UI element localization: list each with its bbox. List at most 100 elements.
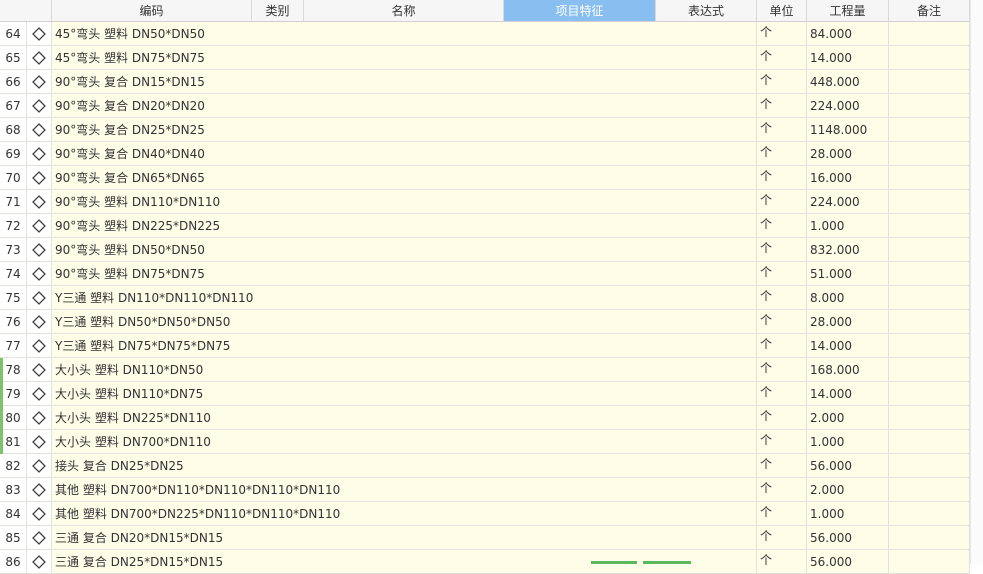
item-name-cell[interactable]: 其他 塑料 DN700*DN225*DN110*DN110*DN110 bbox=[52, 502, 757, 526]
note-cell[interactable] bbox=[889, 238, 970, 262]
diamond-icon[interactable] bbox=[27, 310, 52, 334]
unit-cell[interactable]: 个 bbox=[757, 70, 807, 94]
table-row[interactable]: 75 Y三通 塑料 DN110*DN110*DN110 个 8.000 bbox=[0, 286, 970, 310]
diamond-icon[interactable] bbox=[27, 142, 52, 166]
diamond-icon[interactable] bbox=[27, 358, 52, 382]
table-row[interactable]: 86 三通 复合 DN25*DN15*DN15 个 56.000 bbox=[0, 550, 970, 574]
column-header-feature[interactable]: 项目特征 bbox=[504, 0, 656, 22]
quantity-cell[interactable]: 14.000 bbox=[807, 334, 889, 358]
quantity-cell[interactable]: 51.000 bbox=[807, 262, 889, 286]
note-cell[interactable] bbox=[889, 142, 970, 166]
quantity-cell[interactable]: 28.000 bbox=[807, 142, 889, 166]
table-row[interactable]: 84 其他 塑料 DN700*DN225*DN110*DN110*DN110 个 1.… bbox=[0, 502, 970, 526]
item-name-cell[interactable]: 90°弯头 复合 DN15*DN15 bbox=[52, 70, 757, 94]
item-name-cell[interactable]: 90°弯头 复合 DN65*DN65 bbox=[52, 166, 757, 190]
column-header-code[interactable]: 编码 bbox=[52, 0, 252, 22]
unit-cell[interactable]: 个 bbox=[757, 94, 807, 118]
unit-cell[interactable]: 个 bbox=[757, 166, 807, 190]
quantity-cell[interactable]: 56.000 bbox=[807, 454, 889, 478]
diamond-icon[interactable] bbox=[27, 430, 52, 454]
unit-cell[interactable]: 个 bbox=[757, 550, 807, 574]
column-header-note[interactable]: 备注 bbox=[889, 0, 970, 22]
item-name-cell[interactable]: 大小头 塑料 DN225*DN110 bbox=[52, 406, 757, 430]
note-cell[interactable] bbox=[889, 358, 970, 382]
quantity-cell[interactable]: 1.000 bbox=[807, 502, 889, 526]
note-cell[interactable] bbox=[889, 550, 970, 574]
note-cell[interactable] bbox=[889, 46, 970, 70]
diamond-icon[interactable] bbox=[27, 22, 52, 46]
unit-cell[interactable]: 个 bbox=[757, 238, 807, 262]
column-header-expression[interactable]: 表达式 bbox=[656, 0, 757, 22]
table-row[interactable]: 65 45°弯头 塑料 DN75*DN75 个 14.000 bbox=[0, 46, 970, 70]
unit-cell[interactable]: 个 bbox=[757, 478, 807, 502]
unit-cell[interactable]: 个 bbox=[757, 310, 807, 334]
diamond-icon[interactable] bbox=[27, 382, 52, 406]
table-row[interactable]: 80 大小头 塑料 DN225*DN110 个 2.000 bbox=[0, 406, 970, 430]
note-cell[interactable] bbox=[889, 478, 970, 502]
diamond-icon[interactable] bbox=[27, 502, 52, 526]
quantity-cell[interactable]: 1.000 bbox=[807, 430, 889, 454]
item-name-cell[interactable]: 45°弯头 塑料 DN50*DN50 bbox=[52, 22, 757, 46]
table-row[interactable]: 71 90°弯头 塑料 DN110*DN110 个 224.000 bbox=[0, 190, 970, 214]
diamond-icon[interactable] bbox=[27, 214, 52, 238]
note-cell[interactable] bbox=[889, 502, 970, 526]
table-row[interactable]: 83 其他 塑料 DN700*DN110*DN110*DN110*DN110 个 2.… bbox=[0, 478, 970, 502]
quantity-cell[interactable]: 168.000 bbox=[807, 358, 889, 382]
table-row[interactable]: 85 三通 复合 DN20*DN15*DN15 个 56.000 bbox=[0, 526, 970, 550]
unit-cell[interactable]: 个 bbox=[757, 334, 807, 358]
quantity-cell[interactable]: 832.000 bbox=[807, 238, 889, 262]
diamond-icon[interactable] bbox=[27, 166, 52, 190]
note-cell[interactable] bbox=[889, 430, 970, 454]
note-cell[interactable] bbox=[889, 118, 970, 142]
table-row[interactable]: 76 Y三通 塑料 DN50*DN50*DN50 个 28.000 bbox=[0, 310, 970, 334]
quantity-cell[interactable]: 1148.000 bbox=[807, 118, 889, 142]
item-name-cell[interactable]: 90°弯头 塑料 DN75*DN75 bbox=[52, 262, 757, 286]
diamond-icon[interactable] bbox=[27, 238, 52, 262]
item-name-cell[interactable]: 90°弯头 塑料 DN225*DN225 bbox=[52, 214, 757, 238]
unit-cell[interactable]: 个 bbox=[757, 190, 807, 214]
note-cell[interactable] bbox=[889, 166, 970, 190]
item-name-cell[interactable]: 90°弯头 塑料 DN50*DN50 bbox=[52, 238, 757, 262]
note-cell[interactable] bbox=[889, 262, 970, 286]
table-row[interactable]: 77 Y三通 塑料 DN75*DN75*DN75 个 14.000 bbox=[0, 334, 970, 358]
table-row[interactable]: 66 90°弯头 复合 DN15*DN15 个 448.000 bbox=[0, 70, 970, 94]
diamond-icon[interactable] bbox=[27, 70, 52, 94]
item-name-cell[interactable]: 90°弯头 复合 DN20*DN20 bbox=[52, 94, 757, 118]
item-name-cell[interactable]: Y三通 塑料 DN110*DN110*DN110 bbox=[52, 286, 757, 310]
table-row[interactable]: 68 90°弯头 复合 DN25*DN25 个 1148.000 bbox=[0, 118, 970, 142]
unit-cell[interactable]: 个 bbox=[757, 46, 807, 70]
column-header-name[interactable]: 名称 bbox=[304, 0, 504, 22]
quantity-cell[interactable]: 2.000 bbox=[807, 406, 889, 430]
item-name-cell[interactable]: 90°弯头 复合 DN40*DN40 bbox=[52, 142, 757, 166]
unit-cell[interactable]: 个 bbox=[757, 358, 807, 382]
quantity-cell[interactable]: 224.000 bbox=[807, 190, 889, 214]
item-name-cell[interactable]: 大小头 塑料 DN110*DN50 bbox=[52, 358, 757, 382]
diamond-icon[interactable] bbox=[27, 478, 52, 502]
quantity-cell[interactable]: 28.000 bbox=[807, 310, 889, 334]
item-name-cell[interactable]: Y三通 塑料 DN50*DN50*DN50 bbox=[52, 310, 757, 334]
item-name-cell[interactable]: 90°弯头 塑料 DN110*DN110 bbox=[52, 190, 757, 214]
table-row[interactable]: 64 45°弯头 塑料 DN50*DN50 个 84.000 bbox=[0, 22, 970, 46]
column-header-unit[interactable]: 单位 bbox=[757, 0, 807, 22]
unit-cell[interactable]: 个 bbox=[757, 430, 807, 454]
quantity-cell[interactable]: 56.000 bbox=[807, 550, 889, 574]
item-name-cell[interactable]: 三通 复合 DN20*DN15*DN15 bbox=[52, 526, 757, 550]
unit-cell[interactable]: 个 bbox=[757, 454, 807, 478]
note-cell[interactable] bbox=[889, 214, 970, 238]
note-cell[interactable] bbox=[889, 334, 970, 358]
unit-cell[interactable]: 个 bbox=[757, 382, 807, 406]
item-name-cell[interactable]: 接头 复合 DN25*DN25 bbox=[52, 454, 757, 478]
table-row[interactable]: 79 大小头 塑料 DN110*DN75 个 14.000 bbox=[0, 382, 970, 406]
table-row[interactable]: 78 大小头 塑料 DN110*DN50 个 168.000 bbox=[0, 358, 970, 382]
note-cell[interactable] bbox=[889, 310, 970, 334]
unit-cell[interactable]: 个 bbox=[757, 142, 807, 166]
table-row[interactable]: 81 大小头 塑料 DN700*DN110 个 1.000 bbox=[0, 430, 970, 454]
column-header-category[interactable]: 类别 bbox=[252, 0, 304, 22]
diamond-icon[interactable] bbox=[27, 454, 52, 478]
table-row[interactable]: 73 90°弯头 塑料 DN50*DN50 个 832.000 bbox=[0, 238, 970, 262]
column-header-quantity[interactable]: 工程量 bbox=[807, 0, 889, 22]
quantity-cell[interactable]: 448.000 bbox=[807, 70, 889, 94]
unit-cell[interactable]: 个 bbox=[757, 118, 807, 142]
note-cell[interactable] bbox=[889, 190, 970, 214]
table-row[interactable]: 74 90°弯头 塑料 DN75*DN75 个 51.000 bbox=[0, 262, 970, 286]
